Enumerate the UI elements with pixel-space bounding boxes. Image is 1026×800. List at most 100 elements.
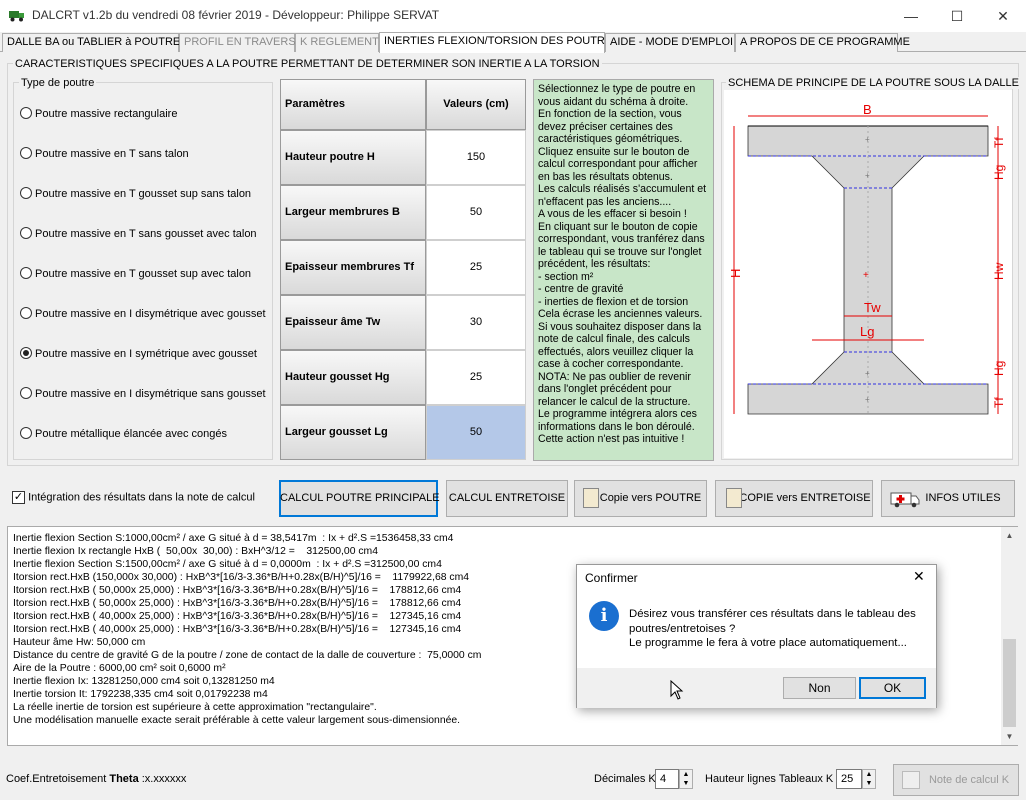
tab-bar: DALLE BA ou TABLIER à POUTRES PROFIL EN … bbox=[0, 32, 1026, 53]
radio-i-disymetrique-avec-gousset[interactable]: Poutre massive en I disymétrique avec go… bbox=[20, 307, 266, 323]
hauteur-lignes-label: Hauteur lignes Tableaux K bbox=[705, 773, 834, 785]
decimales-label: Décimales K bbox=[594, 773, 656, 785]
beam-schema-diagram: + + + + + B H Tw Lg Tf Hg Hw Hg Tf bbox=[724, 90, 1012, 458]
param-value-hg[interactable]: 25 bbox=[426, 350, 526, 405]
result-line: Inertie flexion Ix: 13281250,000 cm4 soi… bbox=[13, 676, 275, 687]
radio-t-gousset-sup-sans-talon[interactable]: Poutre massive en T gousset sup sans tal… bbox=[20, 187, 251, 203]
mouse-cursor-icon bbox=[670, 680, 684, 700]
tab-k-reglement[interactable]: K REGLEMENT bbox=[295, 33, 379, 52]
label-hw: Hw bbox=[992, 262, 1006, 280]
result-line: Itorsion rect.HxB ( 50,000x 25,000) : Hx… bbox=[13, 598, 462, 609]
param-value-b[interactable]: 50 bbox=[426, 185, 526, 240]
tab-profil[interactable]: PROFIL EN TRAVERS bbox=[179, 33, 296, 52]
param-label-b: Largeur membrures B bbox=[280, 185, 426, 240]
label-hg-top: Hg bbox=[992, 165, 1006, 180]
label-tf-bottom: Tf bbox=[992, 397, 1006, 408]
tab-inerties[interactable]: INERTIES FLEXION/TORSION DES POUTRES bbox=[379, 32, 620, 53]
param-value-lg[interactable]: 50 bbox=[426, 405, 526, 460]
tab-aide[interactable]: AIDE - MODE D'EMPLOI bbox=[605, 33, 735, 52]
radio-circle bbox=[20, 267, 32, 280]
dialog-close-icon[interactable]: ✕ bbox=[913, 568, 925, 585]
result-line: Inertie flexion Ix rectangle HxB ( 50,00… bbox=[13, 546, 378, 557]
result-line: Itorsion rect.HxB ( 40,000x 25,000) : Hx… bbox=[13, 611, 462, 622]
radio-t-sans-talon[interactable]: Poutre massive en T sans talon bbox=[20, 147, 189, 163]
hauteur-lignes-input[interactable]: 25 bbox=[836, 769, 862, 789]
label-tf-top: Tf bbox=[992, 137, 1006, 148]
scroll-up-icon[interactable]: ▲ bbox=[1001, 527, 1018, 544]
radio-circle bbox=[20, 187, 32, 200]
infos-utiles-button[interactable]: INFOS UTILES bbox=[881, 480, 1015, 517]
decimales-spinner[interactable]: ▲ ▼ bbox=[679, 769, 693, 789]
hauteur-lignes-spinner[interactable]: ▲ ▼ bbox=[862, 769, 876, 789]
radio-circle bbox=[20, 147, 32, 160]
svg-text:+: + bbox=[865, 171, 870, 180]
scroll-down-icon[interactable]: ▼ bbox=[1001, 728, 1018, 745]
copie-poutre-button[interactable]: Copie vers POUTRE bbox=[574, 480, 707, 517]
clipboard-icon bbox=[726, 488, 742, 508]
param-label-lg: Largeur gousset Lg bbox=[280, 405, 426, 460]
poutre-type-title: Type de poutre bbox=[19, 77, 97, 89]
radio-circle bbox=[20, 387, 32, 400]
info-text-panel: Sélectionnez le type de poutre en vous a… bbox=[533, 79, 714, 461]
integration-checkbox[interactable]: ✓ Intégration des résultats dans la note… bbox=[12, 491, 255, 504]
result-line: Itorsion rect.HxB ( 50,000x 25,000) : Hx… bbox=[13, 585, 462, 596]
svg-text:+: + bbox=[865, 369, 870, 378]
minimize-button[interactable]: — bbox=[888, 0, 934, 32]
label-hg-bottom: Hg bbox=[992, 361, 1006, 376]
ambulance-icon bbox=[890, 492, 920, 508]
tab-dalle[interactable]: DALLE BA ou TABLIER à POUTRES bbox=[2, 33, 188, 52]
note-calcul-button[interactable]: Note de calcul K bbox=[893, 764, 1019, 796]
result-line: Aire de la Poutre : 6000,00 cm² soit 0,6… bbox=[13, 663, 226, 674]
radio-t-gousset-sup-avec-talon[interactable]: Poutre massive en T gousset sup avec tal… bbox=[20, 267, 251, 283]
result-line: Inertie torsion It: 1792238,335 cm4 soit… bbox=[13, 689, 268, 700]
result-line: La réelle inertie de torsion est supérie… bbox=[13, 702, 377, 713]
param-value-tf[interactable]: 25 bbox=[426, 240, 526, 295]
close-button[interactable]: ✕ bbox=[980, 0, 1026, 32]
copie-entretoise-button[interactable]: COPIE vers ENTRETOISE bbox=[715, 480, 873, 517]
checkbox-check-icon: ✓ bbox=[12, 491, 25, 504]
coef-entretoisement: Coef.Entretoisement Theta :x.xxxxxx bbox=[6, 773, 187, 785]
param-label-hg: Hauteur gousset Hg bbox=[280, 350, 426, 405]
scrollbar-thumb[interactable] bbox=[1003, 639, 1016, 727]
param-value-h[interactable]: 150 bbox=[426, 130, 526, 185]
param-value-tw[interactable]: 30 bbox=[426, 295, 526, 350]
radio-i-symetrique-avec-gousset[interactable]: Poutre massive en I symétrique avec gous… bbox=[20, 347, 257, 363]
dialog-non-button[interactable]: Non bbox=[783, 677, 856, 699]
table-header-param: Paramètres bbox=[280, 79, 426, 130]
tab-a-propos[interactable]: A PROPOS DE CE PROGRAMME bbox=[735, 33, 910, 52]
result-line: Une modélisation manuelle exacte serait … bbox=[13, 715, 461, 726]
dialog-title: Confirmer bbox=[585, 571, 638, 585]
radio-circle bbox=[20, 107, 32, 120]
radio-metallique-conges[interactable]: Poutre métallique élancée avec congés bbox=[20, 427, 227, 443]
maximize-button[interactable]: ☐ bbox=[934, 0, 980, 32]
svg-text:+: + bbox=[863, 270, 869, 281]
param-label-h: Hauteur poutre H bbox=[280, 130, 426, 185]
decimales-input[interactable]: 4 bbox=[655, 769, 679, 789]
calcul-entretoise-button[interactable]: CALCUL ENTRETOISE bbox=[446, 480, 568, 517]
result-line: Hauteur âme Hw: 50,000 cm bbox=[13, 637, 146, 648]
radio-i-disymetrique-sans-gousset[interactable]: Poutre massive en I disymétrique sans go… bbox=[20, 387, 266, 403]
result-line: Inertie flexion Section S:1500,00cm² / a… bbox=[13, 559, 442, 570]
dialog-ok-button[interactable]: OK bbox=[859, 677, 926, 699]
result-line: Inertie flexion Section S:1000,00cm² / a… bbox=[13, 533, 454, 544]
dialog-message: Désirez vous transférer ces résultats da… bbox=[629, 608, 916, 649]
radio-rectangulaire[interactable]: Poutre massive rectangulaire bbox=[20, 107, 177, 123]
radio-t-sans-gousset-avec-talon[interactable]: Poutre massive en T sans gousset avec ta… bbox=[20, 227, 257, 243]
table-header-value: Valeurs (cm) bbox=[426, 79, 526, 130]
app-truck-icon bbox=[9, 11, 24, 22]
schema-title: SCHEMA DE PRINCIPE DE LA POUTRE SOUS LA … bbox=[726, 77, 1021, 89]
title-bar: DALCRT v1.2b du vendredi 08 février 2019… bbox=[0, 0, 1026, 32]
radio-circle bbox=[20, 227, 32, 240]
calcul-poutre-button[interactable]: CALCUL POUTRE PRINCIPALE bbox=[279, 480, 440, 517]
label-tw: Tw bbox=[864, 300, 881, 315]
clipboard-icon bbox=[583, 488, 599, 508]
results-scrollbar[interactable]: ▲ ▼ bbox=[1001, 527, 1018, 745]
printer-icon bbox=[902, 771, 920, 789]
radio-circle-selected bbox=[20, 347, 32, 360]
radio-circle bbox=[20, 307, 32, 320]
param-label-tf: Epaisseur membrures Tf bbox=[280, 240, 426, 295]
main-group-title: CARACTERISTIQUES SPECIFIQUES A LA POUTRE… bbox=[13, 58, 602, 70]
window-title: DALCRT v1.2b du vendredi 08 février 2019… bbox=[32, 8, 440, 22]
param-label-tw: Epaisseur âme Tw bbox=[280, 295, 426, 350]
radio-circle bbox=[20, 427, 32, 440]
